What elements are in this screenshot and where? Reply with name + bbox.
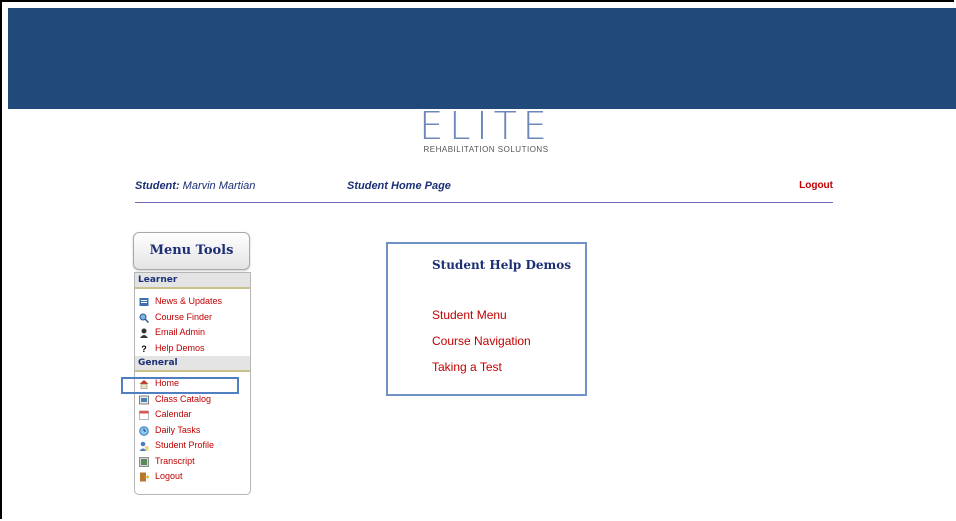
menu-item-label: Daily Tasks — [155, 424, 201, 435]
menu-tools-button[interactable]: Menu Tools — [133, 232, 250, 270]
home-highlight-box — [121, 377, 239, 394]
logout-icon — [139, 472, 150, 482]
search-icon — [139, 313, 150, 323]
menu-item-label: Transcript — [155, 455, 195, 466]
menu-item-label: Student Profile — [155, 440, 215, 450]
logout-link[interactable]: Logout — [799, 180, 833, 191]
calendar-icon — [139, 410, 149, 420]
logo-mark: ELITE — [419, 104, 553, 148]
help-link-taking-a-test[interactable]: Taking a Test — [432, 360, 502, 374]
profile-icon — [139, 441, 149, 451]
menu-item-label: News & Updates — [155, 296, 223, 306]
menu-item-help-demos[interactable]: ? Help Demos — [135, 341, 250, 357]
news-icon — [139, 297, 149, 307]
help-link-student-menu[interactable]: Student Menu — [432, 308, 507, 322]
menu-tools-panel: Menu Tools Learner News & Updates Course… — [133, 232, 251, 495]
student-name: Marvin Martian — [182, 180, 256, 192]
help-link-course-navigation[interactable]: Course Navigation — [432, 334, 531, 348]
menu-item-label: Calendar — [155, 409, 192, 419]
clock-icon — [139, 425, 149, 436]
learner-heading: Learner — [135, 273, 250, 289]
menu-item-student-profile[interactable]: Student Profile — [135, 438, 250, 454]
menu-item-transcript[interactable]: Transcript — [135, 454, 250, 470]
catalog-icon — [139, 395, 149, 405]
menu-item-label: Course Finder — [155, 311, 213, 322]
help-icon: ? — [141, 343, 147, 354]
student-prefix: Student: — [135, 180, 180, 192]
top-info-bar: Student: Marvin Martian Student Home Pag… — [135, 180, 833, 203]
logo-subtitle: REHABILITATION SOLUTIONS — [423, 145, 549, 154]
menu-item-calendar[interactable]: Calendar — [135, 407, 250, 423]
menu-item-course-finder[interactable]: Course Finder — [135, 310, 250, 326]
menu-item-logout[interactable]: Logout — [135, 469, 250, 485]
student-help-demos-panel: Student Help Demos Student Menu Course N… — [386, 242, 587, 396]
general-heading: General — [135, 356, 250, 372]
student-info: Student: Marvin Martian — [135, 180, 255, 192]
menu-item-email-admin[interactable]: Email Admin — [135, 325, 250, 341]
learner-list: News & Updates Course Finder Email Admin… — [135, 289, 250, 356]
page-title: Student Home Page — [347, 180, 451, 192]
header-banner — [8, 8, 956, 109]
menu-item-news-updates[interactable]: News & Updates — [135, 294, 250, 310]
menu-item-daily-tasks[interactable]: Daily Tasks — [135, 423, 250, 439]
help-title: Student Help Demos — [432, 258, 572, 272]
menu-item-label: Email Admin — [155, 327, 206, 337]
menu-item-label: Logout — [155, 471, 183, 481]
user-icon — [139, 328, 149, 338]
transcript-icon — [139, 456, 149, 467]
elite-logo: ELITE REHABILITATION SOLUTIONS — [416, 104, 556, 160]
menu-item-label: Class Catalog — [155, 393, 212, 404]
menu-item-label: Help Demos — [155, 342, 205, 353]
